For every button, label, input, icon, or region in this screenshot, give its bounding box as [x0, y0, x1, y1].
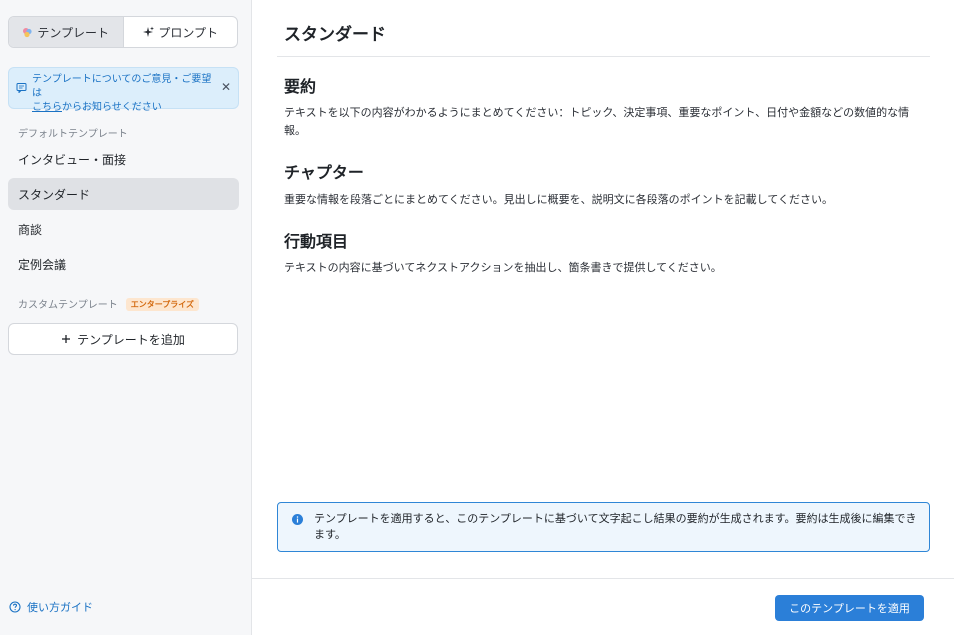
section-body-action-items: テキストの内容に基づいてネクストアクションを抽出し、箇条書きで提供してください。: [284, 261, 722, 274]
section-heading-chapters: チャプター: [284, 163, 364, 182]
feedback-banner: テンプレートについてのご意見・ご要望はこちらからお知らせください ✕: [8, 67, 239, 113]
sidebar-item-label: 商談: [18, 222, 43, 237]
apply-info-box: テンプレートを適用すると、このテンプレートに基づいて文字起こし結果の要約が生成さ…: [277, 502, 930, 552]
sidebar: テンプレート プロンプト テンプレートについてのご意見・ご要望はこちらからお知ら…: [0, 0, 252, 635]
sidebar-item-interview[interactable]: インタビュー・面接: [8, 143, 239, 175]
sidebar-item-label: インタビュー・面接: [18, 152, 127, 167]
add-template-button[interactable]: テンプレートを追加: [8, 323, 238, 355]
tab-template-label: テンプレート: [37, 25, 110, 40]
apply-info-text: テンプレートを適用すると、このテンプレートに基づいて文字起こし結果の要約が生成さ…: [314, 512, 917, 541]
usage-guide-link[interactable]: 使い方ガイド: [9, 599, 93, 615]
sparkle-icon: [143, 26, 155, 37]
enterprise-badge: エンタープライズ: [125, 298, 199, 311]
sidebar-item-standard[interactable]: スタンダード: [8, 178, 239, 210]
sidebar-item-regular-meeting[interactable]: 定例会議: [8, 248, 239, 280]
page-title: スタンダード: [284, 25, 386, 45]
tab-prompt[interactable]: プロンプト: [122, 17, 238, 47]
add-template-label: テンプレートを追加: [77, 332, 185, 347]
banner-text-after: からお知らせください: [62, 102, 162, 113]
info-icon: [292, 514, 303, 525]
mode-switch: テンプレート プロンプト: [8, 16, 238, 48]
section-body-chapters: 重要な情報を段落ごとにまとめてください。見出しに概要を、説明文に各段落のポイント…: [284, 193, 834, 206]
feedback-link[interactable]: こちら: [32, 102, 62, 113]
close-icon[interactable]: ✕: [220, 81, 232, 93]
sidebar-item-label: 定例会議: [18, 257, 67, 272]
usage-guide-label: 使い方ガイド: [27, 601, 93, 614]
title-divider: [277, 56, 930, 57]
sidebar-item-sales[interactable]: 商談: [8, 213, 239, 245]
help-circle-icon: [9, 601, 21, 613]
section-heading-summary: 要約: [284, 77, 317, 96]
sidebar-item-label: スタンダード: [18, 187, 91, 202]
banner-text-before: テンプレートについてのご意見・ご要望は: [32, 74, 212, 99]
template-icon: [23, 27, 33, 37]
apply-template-button[interactable]: このテンプレートを適用: [775, 595, 924, 621]
default-templates-label: デフォルトテンプレート: [18, 129, 128, 140]
footer-divider: [252, 578, 954, 579]
tab-prompt-label: プロンプト: [158, 25, 219, 40]
tab-template[interactable]: テンプレート: [9, 17, 123, 47]
section-body-summary: テキストを以下の内容がわかるようにまとめてください：トピック、決定事項、重要なポ…: [284, 106, 910, 137]
section-heading-action-items: 行動項目: [284, 232, 349, 251]
plus-icon: [62, 335, 71, 343]
custom-templates-text: カスタムテンプレート: [18, 300, 118, 311]
feedback-icon: [16, 83, 27, 93]
custom-templates-label: カスタムテンプレート エンタープライズ: [18, 296, 199, 311]
